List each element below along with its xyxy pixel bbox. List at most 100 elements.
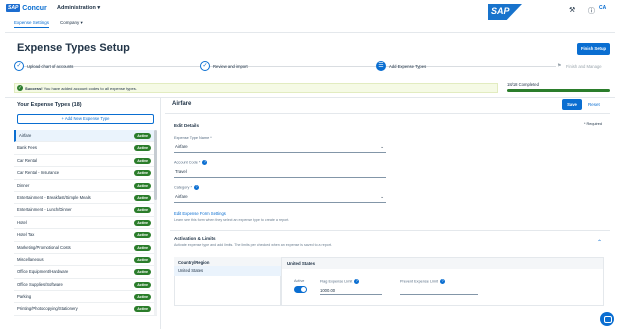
- concur-logo[interactable]: SAP Concur: [6, 4, 47, 12]
- list-item-label: Hotel: [17, 219, 27, 225]
- list-item-label: Entertainment - Breakfast/Simple Meals: [17, 194, 91, 200]
- prevent-limit-label-text: Prevent Expense Limit: [400, 279, 438, 284]
- finish-setup-button[interactable]: Finish Setup: [577, 43, 610, 55]
- list-item[interactable]: Miscellaneous Active: [14, 254, 157, 267]
- account-value: Travel: [175, 169, 187, 174]
- help-icon[interactable]: ?: [202, 160, 208, 165]
- list-item[interactable]: Parking Active: [14, 291, 157, 304]
- chevron-down-icon: ⌄: [380, 194, 384, 199]
- success-alert: ✓ Success! You have added account codes …: [14, 83, 498, 93]
- progress-fill: [507, 89, 610, 92]
- account-label-text: Account Code *: [174, 160, 201, 165]
- list-item[interactable]: Bank Fees Active: [14, 142, 157, 155]
- list-item[interactable]: Car Rental - Insurance Active: [14, 167, 157, 180]
- status-badge: Active: [134, 256, 151, 263]
- step-done-icon: ✓: [200, 61, 210, 71]
- flag-icon: ⚑: [557, 63, 562, 69]
- account-code-field[interactable]: Travel: [174, 167, 386, 178]
- tab-expense-settings-label: Expense Settings: [14, 20, 50, 25]
- divider: [165, 113, 610, 114]
- progress-bar: [507, 89, 610, 92]
- status-badge: Active: [134, 269, 151, 276]
- category-value: Airfare: [175, 194, 188, 199]
- reset-button[interactable]: Reset: [588, 102, 600, 107]
- limits-help-text: Activate expense type and add limits. Th…: [174, 243, 332, 247]
- step-current-icon: ☰: [376, 61, 386, 71]
- list-item-label: Parking: [17, 294, 32, 300]
- detail-title: Airfare: [172, 101, 192, 107]
- step-label: Review and import: [213, 64, 248, 69]
- help-icon[interactable]: ?: [194, 185, 200, 190]
- save-button[interactable]: Save: [562, 99, 582, 110]
- category-label-text: Category *: [174, 185, 192, 190]
- step-label: Upload chart of accounts: [27, 64, 74, 69]
- module-menu[interactable]: Administration ▾: [57, 5, 100, 11]
- status-badge: Active: [134, 219, 151, 226]
- name-value: Airfare: [175, 144, 188, 149]
- help-icon[interactable]: ⓘ: [588, 6, 595, 16]
- list-item[interactable]: Entertainment - Lunch/Dinner Active: [14, 204, 157, 217]
- tab-company[interactable]: Company ▾: [60, 20, 83, 26]
- expense-type-list: Airfare Active Bank Fees Active Car Rental Ac…: [14, 130, 157, 316]
- list-item[interactable]: Hotel Active: [14, 217, 157, 230]
- status-badge: Active: [134, 170, 151, 177]
- chevron-up-icon[interactable]: ⌃: [597, 239, 602, 246]
- progress-label: 18/18 Completed: [507, 82, 539, 87]
- brand-name: Concur: [22, 4, 47, 12]
- help-icon[interactable]: ?: [354, 279, 360, 284]
- chevron-down-icon: ▾: [97, 5, 101, 11]
- list-item[interactable]: Office Equipment/Hardware Active: [14, 266, 157, 279]
- alert-text: You have added account codes to all expe…: [42, 86, 137, 91]
- tools-icon[interactable]: ⚒: [569, 6, 575, 14]
- list-item-label: Miscellaneous: [17, 256, 44, 262]
- list-item[interactable]: Dinner Active: [14, 180, 157, 192]
- list-item[interactable]: Office Supplies/Software Active: [14, 279, 157, 292]
- check-circle-icon: ✓: [17, 85, 23, 91]
- status-badge: Active: [134, 194, 151, 201]
- flag-limit-label: Flag Expense Limit ?: [320, 279, 360, 284]
- form-help-text: Learn see this form when they select an …: [174, 218, 290, 222]
- add-expense-type-button[interactable]: + Add New Expense Type: [17, 114, 154, 124]
- tab-expense-settings[interactable]: Expense Settings: [14, 20, 50, 28]
- chat-icon[interactable]: [600, 312, 614, 326]
- list-item[interactable]: Airfare Active: [14, 130, 157, 143]
- scrollbar-thumb[interactable]: [154, 130, 157, 200]
- user-avatar[interactable]: CA: [599, 5, 606, 11]
- list-item-label: Bank Fees: [17, 145, 38, 151]
- active-toggle[interactable]: [294, 286, 307, 293]
- status-badge: Active: [134, 232, 151, 239]
- status-badge: Active: [134, 281, 151, 288]
- category-select[interactable]: Airfare ⌄: [174, 192, 386, 203]
- list-item[interactable]: Printing/Photocopying/Stationery Active: [14, 303, 157, 316]
- edit-form-settings-link[interactable]: Edit Expense Form Settings: [174, 211, 226, 216]
- edit-details-heading: Edit Details: [174, 123, 200, 128]
- list-item-label: Printing/Photocopying/Stationery: [17, 306, 78, 312]
- status-badge: Active: [134, 294, 151, 301]
- activation-limits-heading: Activation & Limits: [174, 236, 216, 241]
- step-label: Finish and Manage: [566, 64, 602, 69]
- flag-expense-limit-input[interactable]: 1000.00: [320, 286, 382, 295]
- expense-type-name-select[interactable]: Airfare ⌄: [174, 142, 386, 153]
- page-title: Expense Types Setup: [17, 42, 130, 54]
- status-badge: Active: [134, 182, 151, 189]
- step-done-icon: ✓: [14, 61, 24, 71]
- required-note: * Required: [584, 122, 602, 126]
- chevron-down-icon: ▾: [80, 20, 83, 25]
- help-icon[interactable]: ?: [440, 279, 446, 284]
- sap-badge: SAP: [6, 4, 21, 12]
- list-item[interactable]: Entertainment - Breakfast/Simple Meals Ac…: [14, 192, 157, 205]
- list-item-label: Airfare: [19, 133, 32, 138]
- tab-company-label: Company: [60, 20, 80, 25]
- category-label: Category * ?: [174, 185, 200, 190]
- country-row-united-states[interactable]: United States: [174, 266, 281, 276]
- list-item-label: Car Rental - Insurance: [17, 170, 60, 176]
- list-item[interactable]: Marketing/Promotional Costs Active: [14, 242, 157, 254]
- name-label: Expense Type Name *: [174, 136, 212, 140]
- divider: [170, 230, 610, 231]
- list-item[interactable]: Hotel Tax Active: [14, 229, 157, 242]
- status-badge: Active: [134, 207, 151, 214]
- prevent-expense-limit-input[interactable]: [400, 286, 478, 295]
- account-label: Account Code * ?: [174, 160, 208, 165]
- list-item[interactable]: Car Rental Active: [14, 155, 157, 168]
- expense-types-heading: Your Expense Types (18): [17, 102, 82, 108]
